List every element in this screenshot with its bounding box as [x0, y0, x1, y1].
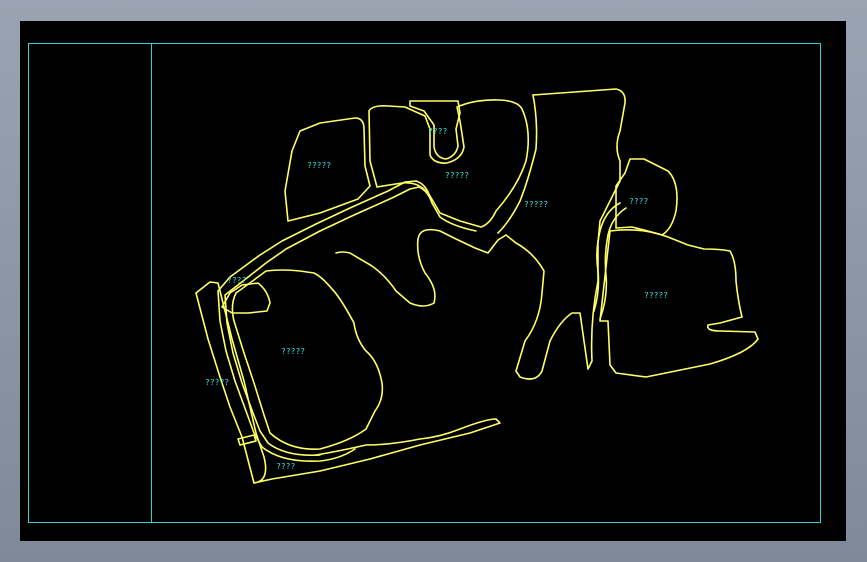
road-left-outer	[217, 223, 356, 463]
label-notch: ????	[428, 127, 447, 136]
road-top-left-edge-a	[315, 180, 417, 225]
parcel-top-center	[368, 99, 530, 228]
site-plan-drawing: ????? ???? ????? ????? ???? ???? ????? ?…	[28, 43, 821, 523]
label-large-right: ?????	[644, 291, 668, 300]
parcel-large-right	[599, 229, 759, 378]
road-right-edge-b	[599, 207, 627, 320]
road-center-edge-a	[418, 186, 477, 232]
label-top-left: ?????	[307, 161, 331, 170]
parcel-left-large	[231, 269, 384, 450]
parcel-center-right	[335, 88, 626, 380]
label-left-road: ?????	[205, 378, 229, 387]
road-top-left-edge-b	[319, 186, 420, 232]
label-left-large: ?????	[281, 347, 305, 356]
cad-viewport[interactable]: ????? ???? ????? ????? ???? ???? ????? ?…	[20, 21, 846, 541]
label-top-center: ?????	[445, 171, 469, 180]
label-small-right: ????	[629, 197, 648, 206]
parcel-left-corner	[221, 282, 271, 314]
label-bottom: ????	[276, 462, 295, 471]
bottom-crossing	[237, 434, 257, 446]
road-left-inner	[224, 230, 321, 457]
label-left-corner: ????	[227, 276, 246, 285]
label-center-right: ?????	[524, 200, 548, 209]
parcel-center-right-top-edge	[497, 94, 538, 234]
